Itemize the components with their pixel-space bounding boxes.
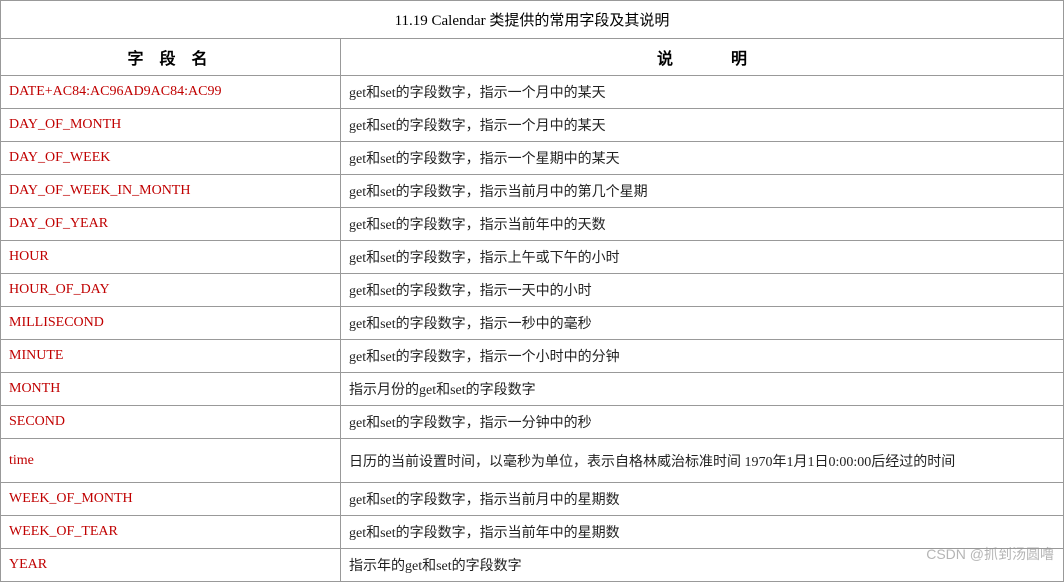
- table-row: MILLISECONDget和set的字段数字，指示一秒中的毫秒: [1, 307, 1064, 340]
- description-cell: get和set的字段数字，指示一秒中的毫秒: [341, 307, 1064, 340]
- table-row: DATE+AC84:AC96AD9AC84:AC99get和set的字段数字，指…: [1, 76, 1064, 109]
- field-name-cell: DAY_OF_YEAR: [1, 208, 341, 241]
- field-name-cell: DAY_OF_WEEK: [1, 142, 341, 175]
- description-cell: get和set的字段数字，指示当前年中的星期数: [341, 516, 1064, 549]
- table-row: DAY_OF_YEARget和set的字段数字，指示当前年中的天数: [1, 208, 1064, 241]
- table-row: WEEK_OF_TEARget和set的字段数字，指示当前年中的星期数: [1, 516, 1064, 549]
- table-row: SECONDget和set的字段数字，指示一分钟中的秒: [1, 406, 1064, 439]
- description-cell: get和set的字段数字，指示当前月中的星期数: [341, 483, 1064, 516]
- description-cell: 指示月份的get和set的字段数字: [341, 373, 1064, 406]
- field-name-cell: MINUTE: [1, 340, 341, 373]
- description-cell: get和set的字段数字，指示上午或下午的小时: [341, 241, 1064, 274]
- description-cell: get和set的字段数字，指示一个月中的某天: [341, 76, 1064, 109]
- table-row: MONTH指示月份的get和set的字段数字: [1, 373, 1064, 406]
- table-row: HOUR_OF_DAYget和set的字段数字，指示一天中的小时: [1, 274, 1064, 307]
- description-cell: 日历的当前设置时间，以毫秒为单位，表示自格林威治标准时间 1970年1月1日0:…: [341, 439, 1064, 483]
- header-field-name: 字 段 名: [1, 39, 341, 76]
- table-row: WEEK_OF_MONTHget和set的字段数字，指示当前月中的星期数: [1, 483, 1064, 516]
- field-name-cell: WEEK_OF_MONTH: [1, 483, 341, 516]
- header-description: 说 明: [341, 39, 1064, 76]
- description-cell: get和set的字段数字，指示一分钟中的秒: [341, 406, 1064, 439]
- table-row: YEAR指示年的get和set的字段数字: [1, 549, 1064, 582]
- table-row: DAY_OF_WEEKget和set的字段数字，指示一个星期中的某天: [1, 142, 1064, 175]
- field-name-cell: DAY_OF_MONTH: [1, 109, 341, 142]
- table-row: MINUTEget和set的字段数字，指示一个小时中的分钟: [1, 340, 1064, 373]
- description-cell: get和set的字段数字，指示一个月中的某天: [341, 109, 1064, 142]
- table-row: HOURget和set的字段数字，指示上午或下午的小时: [1, 241, 1064, 274]
- table-header-row: 字 段 名 说 明: [1, 39, 1064, 76]
- field-name-cell: MONTH: [1, 373, 341, 406]
- table-row: time日历的当前设置时间，以毫秒为单位，表示自格林威治标准时间 1970年1月…: [1, 439, 1064, 483]
- table-row: DAY_OF_MONTHget和set的字段数字，指示一个月中的某天: [1, 109, 1064, 142]
- description-cell: get和set的字段数字，指示一个星期中的某天: [341, 142, 1064, 175]
- table-row: DAY_OF_WEEK_IN_MONTHget和set的字段数字，指示当前月中的…: [1, 175, 1064, 208]
- field-name-cell: DATE+AC84:AC96AD9AC84:AC99: [1, 76, 341, 109]
- table-title-row: 11.19 Calendar 类提供的常用字段及其说明: [1, 1, 1064, 39]
- field-name-cell: SECOND: [1, 406, 341, 439]
- field-name-cell: MILLISECOND: [1, 307, 341, 340]
- header-desc-part-a: 说: [657, 51, 673, 68]
- field-name-cell: time: [1, 439, 341, 483]
- header-desc-part-b: 明: [731, 51, 747, 68]
- description-cell: 指示年的get和set的字段数字: [341, 549, 1064, 582]
- description-cell: get和set的字段数字，指示当前年中的天数: [341, 208, 1064, 241]
- description-cell: get和set的字段数字，指示一个小时中的分钟: [341, 340, 1064, 373]
- calendar-fields-table: 11.19 Calendar 类提供的常用字段及其说明 字 段 名 说 明 DA…: [0, 0, 1064, 582]
- table-title: 11.19 Calendar 类提供的常用字段及其说明: [1, 1, 1064, 39]
- field-name-cell: HOUR_OF_DAY: [1, 274, 341, 307]
- field-name-cell: HOUR: [1, 241, 341, 274]
- description-cell: get和set的字段数字，指示当前月中的第几个星期: [341, 175, 1064, 208]
- field-name-cell: YEAR: [1, 549, 341, 582]
- description-cell: get和set的字段数字，指示一天中的小时: [341, 274, 1064, 307]
- field-name-cell: DAY_OF_WEEK_IN_MONTH: [1, 175, 341, 208]
- field-name-cell: WEEK_OF_TEAR: [1, 516, 341, 549]
